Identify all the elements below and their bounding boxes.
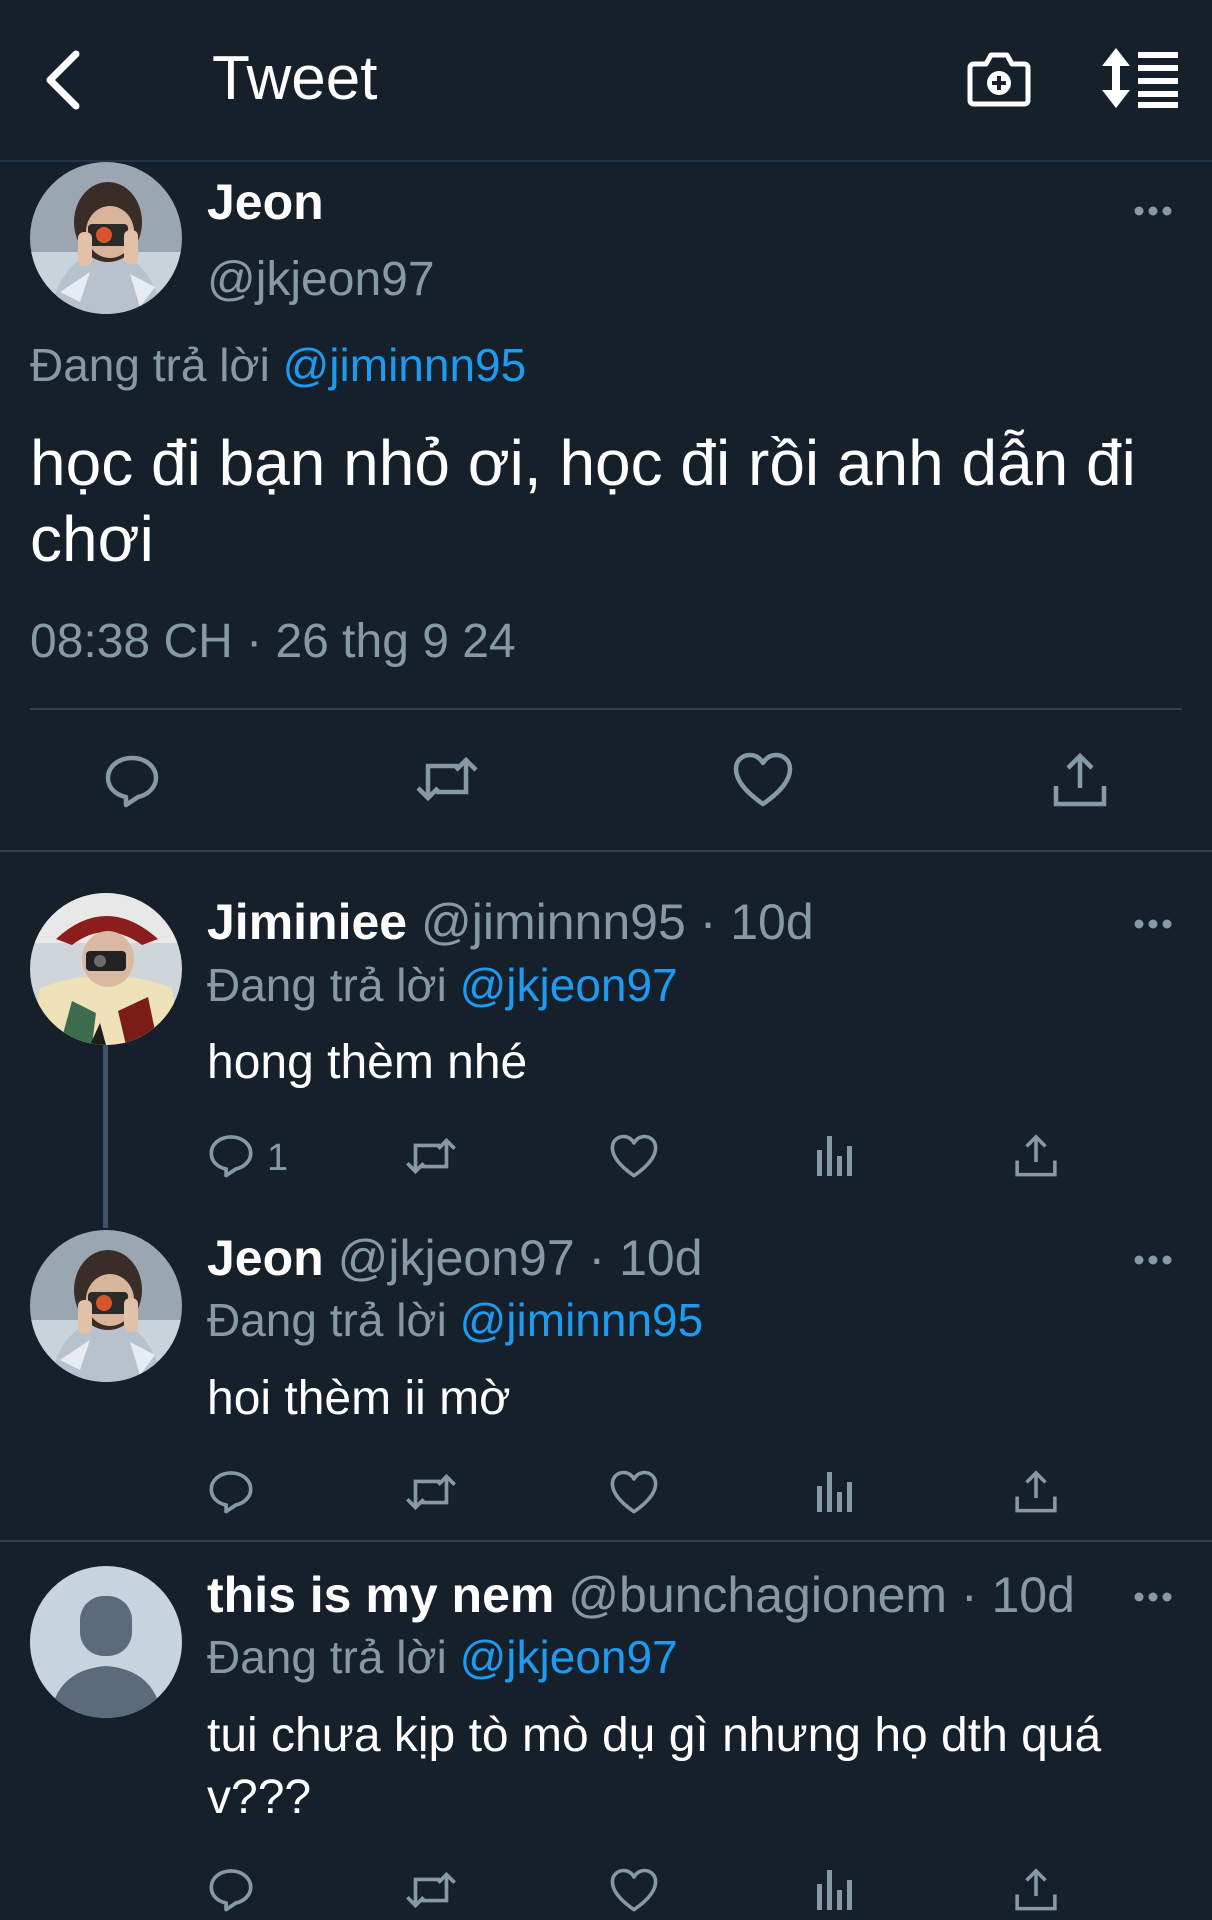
tweet-text: hoi thèm ii mờ <box>207 1372 511 1425</box>
tweet-text: hong thèm nhé <box>207 1036 528 1089</box>
tweet-timestamp: 08:38 CH · 26 thg 9 24 <box>30 615 516 668</box>
tweet-age: · 10d <box>960 1567 1075 1623</box>
share-icon[interactable] <box>1014 1468 1058 1514</box>
like-heart-icon[interactable] <box>733 752 793 808</box>
analytics-icon[interactable] <box>815 1134 855 1178</box>
page-title: Tweet <box>212 44 378 113</box>
replying-to-label: Đang trả lời <box>207 959 447 1011</box>
default-avatar-icon[interactable] <box>30 1566 182 1718</box>
replying-to-link[interactable]: @jiminnn95 <box>283 339 527 391</box>
replying-to-label: Đang trả lời <box>207 1631 447 1683</box>
author-handle[interactable]: @jkjeon97 <box>338 1230 575 1286</box>
replying-to-link[interactable]: @jiminnn95 <box>460 1294 704 1346</box>
author-name[interactable]: Jiminiee <box>207 894 407 950</box>
reply-header: Jeon @jkjeon97 · 10d <box>207 1228 703 1288</box>
replying-to-label: Đang trả lời <box>30 339 270 391</box>
more-options-icon[interactable] <box>1133 1253 1173 1267</box>
more-options-icon[interactable] <box>1133 917 1173 931</box>
reply-header: this is my nem @bunchagionem · 10d <box>207 1565 1075 1625</box>
tweet-age: · 10d <box>588 1230 703 1286</box>
camera-plus-icon[interactable] <box>966 46 1032 112</box>
tweet-text: học đi bạn nhỏ ơi, học đi rồi anh dẫn đi… <box>30 427 1136 575</box>
replying-to: Đang trả lời @jkjeon97 <box>207 1627 678 1687</box>
top-bar: Tweet <box>0 0 1212 162</box>
avatar[interactable] <box>30 1230 182 1382</box>
share-icon[interactable] <box>1014 1132 1058 1178</box>
author-handle[interactable]: @jkjeon97 <box>207 250 435 310</box>
more-options-icon[interactable] <box>1133 204 1173 218</box>
share-icon[interactable] <box>1052 750 1108 808</box>
analytics-icon[interactable] <box>815 1470 855 1514</box>
replying-to: Đang trả lời @jkjeon97 <box>207 955 678 1015</box>
tweet-age: · 10d <box>699 894 814 950</box>
avatar[interactable] <box>30 893 182 1045</box>
reply-icon[interactable] <box>208 1468 254 1514</box>
retweet-icon[interactable] <box>404 1134 458 1178</box>
analytics-icon[interactable] <box>815 1868 855 1912</box>
sort-replies-icon[interactable] <box>1100 46 1180 110</box>
author-handle[interactable]: @jiminnn95 <box>421 894 686 950</box>
thread-connector <box>103 1045 108 1228</box>
more-options-icon[interactable] <box>1133 1590 1173 1604</box>
replying-to-link[interactable]: @jkjeon97 <box>460 959 678 1011</box>
replying-to-label: Đang trả lời <box>207 1294 447 1346</box>
divider <box>30 708 1182 710</box>
like-heart-icon[interactable] <box>610 1868 658 1913</box>
author-name[interactable]: Jeon <box>207 1230 324 1286</box>
replying-to: Đang trả lời @jiminnn95 <box>207 1290 703 1350</box>
author-handle[interactable]: @bunchagionem <box>568 1567 947 1623</box>
reply-icon[interactable] <box>208 1866 254 1912</box>
avatar[interactable] <box>30 162 182 314</box>
share-icon[interactable] <box>1014 1866 1058 1912</box>
retweet-icon[interactable] <box>414 752 480 806</box>
reply-header: Jiminiee @jiminnn95 · 10d <box>207 892 814 952</box>
reply-count: 1 <box>267 1137 289 1179</box>
retweet-icon[interactable] <box>404 1470 458 1514</box>
like-heart-icon[interactable] <box>610 1134 658 1179</box>
tweet-text: tui chưa kịp tò mò dụ gì nhưng họ dth qu… <box>207 1709 1102 1824</box>
reply-icon[interactable] <box>104 752 160 808</box>
replying-to-link[interactable]: @jkjeon97 <box>460 1631 678 1683</box>
like-heart-icon[interactable] <box>610 1470 658 1515</box>
author-name[interactable]: this is my nem <box>207 1567 554 1623</box>
back-arrow-icon[interactable] <box>38 40 98 120</box>
reply-icon[interactable] <box>208 1132 254 1178</box>
author-name[interactable]: Jeon <box>207 172 324 232</box>
replying-to: Đang trả lời @jiminnn95 <box>30 335 526 395</box>
divider <box>0 1540 1212 1542</box>
retweet-icon[interactable] <box>404 1868 458 1912</box>
divider <box>0 850 1212 852</box>
